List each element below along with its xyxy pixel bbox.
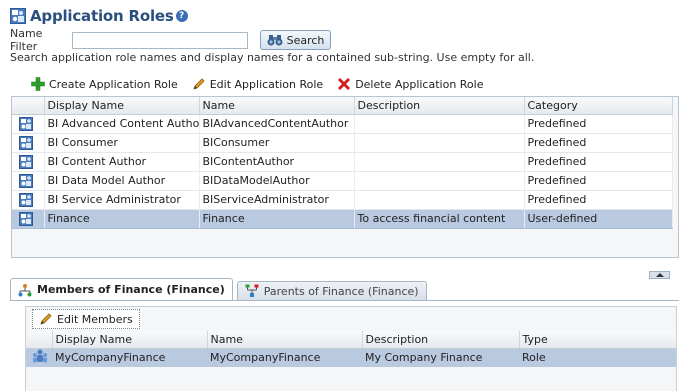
role-icon-cell	[12, 152, 45, 172]
cell-display-name: BI Data Model Author	[44, 171, 200, 191]
application-role-icon	[19, 192, 33, 207]
cell-name: BIContentAuthor	[199, 152, 355, 172]
delete-application-role-button[interactable]: Delete Application Role	[337, 77, 484, 91]
cell-category: Predefined	[524, 133, 673, 153]
hierarchy-members-icon	[18, 283, 32, 296]
cell-name: BIAdvancedContentAuthor	[199, 114, 355, 134]
cell-category: Predefined	[524, 190, 673, 210]
edit-application-role-button[interactable]: Edit Application Role	[192, 77, 323, 91]
filter-hint: Search application role names and displa…	[10, 51, 535, 64]
role-icon-cell	[12, 114, 45, 134]
role-icon-cell	[12, 209, 45, 229]
cell-name: BIConsumer	[199, 133, 355, 153]
members-panel: Edit Members Display Name Name Descripti…	[10, 300, 679, 391]
members-container: Edit Members Display Name Name Descripti…	[25, 306, 677, 391]
cell-display-name: BI Advanced Content Author	[44, 114, 200, 134]
application-roles-icon	[10, 8, 26, 24]
table-row[interactable]: BI Data Model Author BIDataModelAuthor P…	[12, 171, 673, 191]
cell-type: Role	[519, 348, 676, 367]
cell-name: BIServiceAdministrator	[199, 190, 355, 210]
members-table-header: Display Name Name Description Type	[26, 331, 677, 349]
role-icon-cell	[12, 171, 45, 191]
cell-description	[354, 171, 525, 191]
pencil-icon	[193, 78, 205, 90]
hierarchy-parents-icon	[245, 284, 259, 297]
edit-role-label: Edit Application Role	[209, 77, 324, 91]
role-icon-cell	[12, 190, 45, 210]
header-description[interactable]: Description	[354, 97, 525, 115]
cell-display-name: BI Content Author	[44, 152, 200, 172]
table-row[interactable]: BI Content Author BIContentAuthor Predef…	[12, 152, 673, 172]
cell-description	[354, 114, 525, 134]
tab-members-label: Members of Finance (Finance)	[37, 283, 225, 296]
cell-category: Predefined	[524, 114, 673, 134]
header-icon	[12, 97, 45, 115]
cell-category: User-defined	[524, 209, 673, 229]
application-roles-table: Display Name Name Description Category B…	[11, 96, 679, 258]
cell-name: MyCompanyFinance	[207, 348, 362, 367]
tab-members[interactable]: Members of Finance (Finance)	[10, 278, 233, 300]
header-display-name[interactable]: Display Name	[52, 331, 208, 349]
header-name[interactable]: Name	[199, 97, 355, 115]
member-icon-cell	[26, 348, 52, 367]
role-icon-cell	[12, 133, 45, 153]
members-table: Display Name Name Description Type MyCom…	[26, 331, 677, 367]
page-title: Application Roles	[30, 7, 174, 25]
edit-members-button[interactable]: Edit Members	[32, 309, 140, 329]
cell-description	[354, 152, 525, 172]
help-icon[interactable]: ?	[175, 10, 188, 22]
cell-category: Predefined	[524, 171, 673, 191]
group-role-icon	[33, 349, 47, 363]
cell-display-name: MyCompanyFinance	[52, 348, 207, 367]
delete-role-label: Delete Application Role	[355, 77, 484, 91]
application-role-icon	[19, 173, 33, 188]
search-button[interactable]: Search	[260, 30, 331, 50]
create-application-role-button[interactable]: Create Application Role	[31, 77, 178, 91]
cell-description	[354, 133, 525, 153]
page-header: Application Roles ?	[10, 6, 188, 26]
header-display-name[interactable]: Display Name	[44, 97, 200, 115]
name-filter-input[interactable]	[72, 31, 248, 49]
roles-toolbar: Create Application Role Edit Application…	[31, 76, 498, 92]
binoculars-icon	[267, 35, 283, 46]
table-row-selected[interactable]: MyCompanyFinance MyCompanyFinance My Com…	[26, 348, 676, 367]
tab-parents-label: Parents of Finance (Finance)	[263, 284, 419, 298]
application-role-icon	[19, 211, 33, 226]
pencil-icon	[40, 313, 52, 325]
header-description[interactable]: Description	[362, 331, 520, 349]
search-button-label: Search	[286, 33, 325, 47]
roles-table-header: Display Name Name Description Category	[12, 97, 673, 115]
filter-row: Name Filter Search	[10, 27, 331, 53]
detail-tabs: Members of Finance (Finance) Parents of …	[10, 278, 431, 300]
header-type[interactable]: Type	[519, 331, 677, 349]
cell-description: My Company Finance	[362, 348, 519, 367]
table-row-selected[interactable]: Finance Finance To access financial cont…	[12, 209, 673, 229]
delete-x-icon	[338, 77, 351, 91]
cell-display-name: Finance	[44, 209, 200, 229]
table-row[interactable]: BI Advanced Content Author BIAdvancedCon…	[12, 114, 673, 134]
cell-display-name: BI Service Administrator	[44, 190, 200, 210]
name-filter-label: Name Filter	[10, 27, 43, 53]
cell-display-name: BI Consumer	[44, 133, 200, 153]
application-role-icon	[19, 116, 33, 131]
header-category[interactable]: Category	[524, 97, 673, 115]
create-role-label: Create Application Role	[49, 77, 178, 91]
table-row[interactable]: BI Service Administrator BIServiceAdmini…	[12, 190, 673, 210]
cell-description	[354, 190, 525, 210]
application-role-icon	[19, 135, 33, 150]
edit-members-label: Edit Members	[57, 312, 133, 326]
header-name[interactable]: Name	[207, 331, 363, 349]
header-icon	[26, 331, 53, 349]
table-row[interactable]: BI Consumer BIConsumer Predefined	[12, 133, 673, 153]
plus-icon	[31, 77, 45, 91]
application-role-icon	[19, 154, 33, 169]
collapse-panel-button[interactable]	[649, 271, 670, 279]
cell-name: BIDataModelAuthor	[199, 171, 355, 191]
tab-parents[interactable]: Parents of Finance (Finance)	[236, 281, 427, 300]
cell-description: To access financial content	[354, 209, 525, 229]
cell-name: Finance	[199, 209, 355, 229]
cell-category: Predefined	[524, 152, 673, 172]
